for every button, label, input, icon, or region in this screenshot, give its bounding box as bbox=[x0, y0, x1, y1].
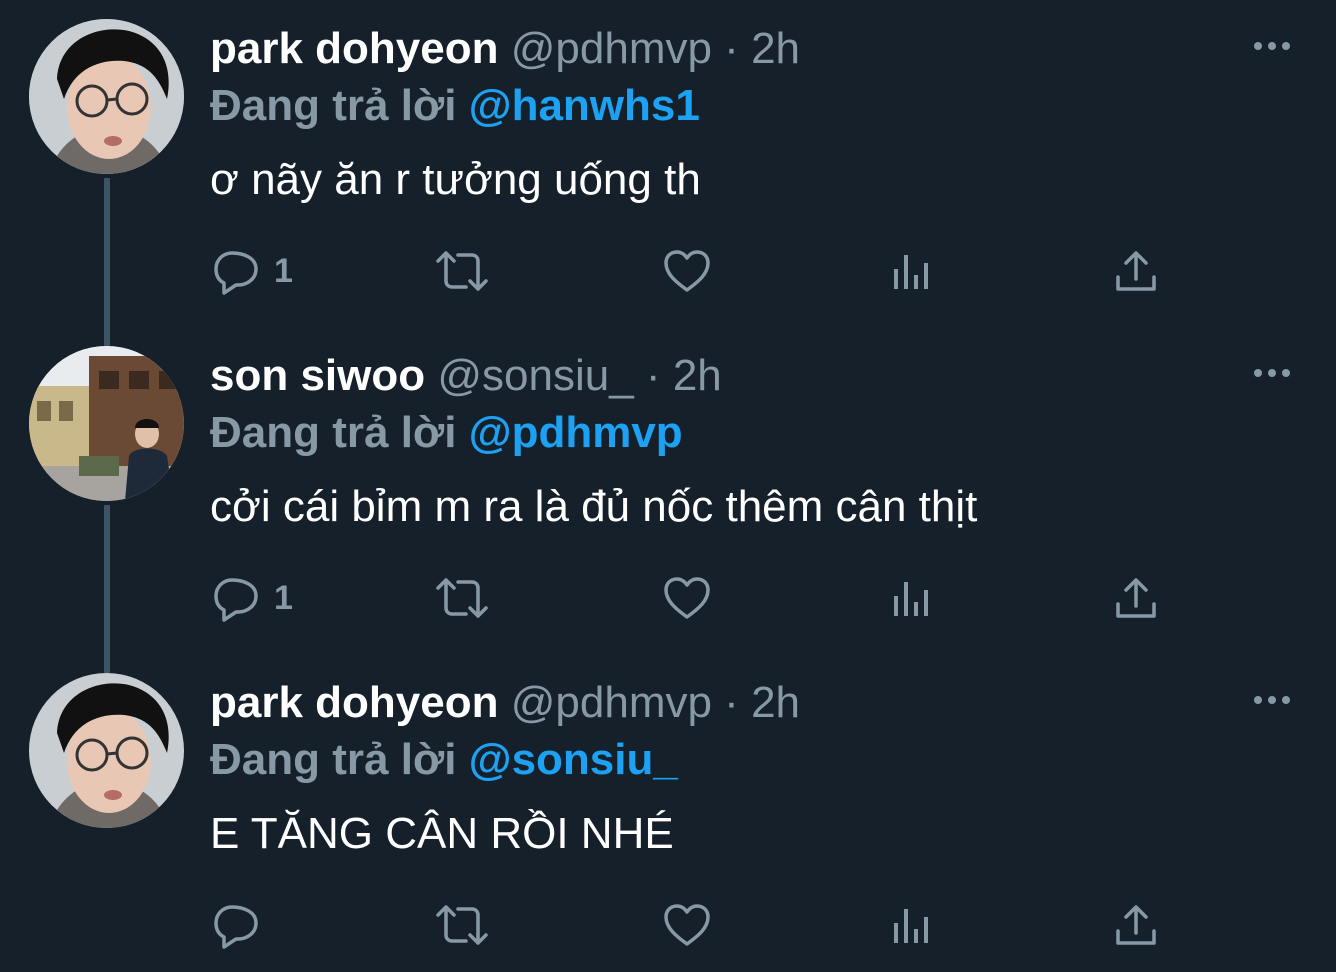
tweet[interactable]: son siwoo @sonsiu_ · 2h Đang trả lời @pd… bbox=[0, 327, 1336, 654]
like-icon bbox=[664, 250, 710, 292]
replying-to-label: Đang trả lời bbox=[210, 735, 457, 784]
replying-to: Đang trả lời @hanwhs1 bbox=[210, 80, 700, 132]
tweet[interactable]: park dohyeon @pdhmvp · 2h Đang trả lời @… bbox=[0, 0, 1336, 327]
reply-count: 1 bbox=[274, 251, 293, 290]
avatar[interactable] bbox=[29, 19, 184, 174]
reply-icon bbox=[214, 251, 258, 295]
more-icon[interactable] bbox=[1252, 688, 1292, 712]
separator-dot: · bbox=[724, 24, 739, 73]
tweet-actions: 1 bbox=[0, 246, 1336, 296]
retweet-icon bbox=[436, 905, 488, 945]
retweet-icon bbox=[436, 578, 488, 618]
reply-button[interactable] bbox=[212, 900, 274, 950]
tweet-text: cởi cái bỉm m ra là đủ nốc thêm cân thịt bbox=[210, 482, 978, 531]
reply-count: 1 bbox=[274, 578, 293, 617]
user-handle[interactable]: @pdhmvp bbox=[511, 24, 712, 73]
analytics-button[interactable] bbox=[890, 573, 934, 623]
like-button[interactable] bbox=[662, 900, 712, 950]
like-icon bbox=[664, 904, 710, 946]
like-button[interactable] bbox=[662, 573, 712, 623]
reply-button[interactable]: 1 bbox=[212, 246, 293, 296]
replying-to-mention[interactable]: @sonsiu_ bbox=[469, 735, 678, 784]
analytics-button[interactable] bbox=[890, 246, 934, 296]
display-name[interactable]: park dohyeon bbox=[210, 678, 499, 727]
display-name[interactable]: park dohyeon bbox=[210, 24, 499, 73]
display-name[interactable]: son siwoo bbox=[210, 351, 425, 400]
reply-icon bbox=[214, 905, 258, 949]
like-icon bbox=[664, 577, 710, 619]
replying-to-label: Đang trả lời bbox=[210, 81, 457, 130]
analytics-icon bbox=[894, 909, 928, 943]
avatar[interactable] bbox=[29, 346, 184, 501]
timestamp[interactable]: 2h bbox=[673, 351, 722, 400]
timestamp[interactable]: 2h bbox=[751, 24, 800, 73]
tweet-header: park dohyeon @pdhmvp · 2h bbox=[210, 678, 800, 728]
replying-to: Đang trả lời @sonsiu_ bbox=[210, 734, 678, 786]
more-icon[interactable] bbox=[1252, 34, 1292, 58]
tweet-header: park dohyeon @pdhmvp · 2h bbox=[210, 24, 800, 74]
like-button[interactable] bbox=[662, 246, 712, 296]
separator-dot: · bbox=[724, 678, 739, 727]
timestamp[interactable]: 2h bbox=[751, 678, 800, 727]
analytics-button[interactable] bbox=[890, 900, 934, 950]
tweet-actions bbox=[0, 900, 1336, 950]
replying-to-mention[interactable]: @hanwhs1 bbox=[469, 81, 700, 130]
tweet-header: son siwoo @sonsiu_ · 2h bbox=[210, 351, 722, 401]
share-button[interactable] bbox=[1114, 900, 1158, 950]
analytics-icon bbox=[894, 582, 928, 616]
retweet-button[interactable] bbox=[434, 900, 490, 950]
avatar[interactable] bbox=[29, 673, 184, 828]
analytics-icon bbox=[894, 255, 928, 289]
retweet-icon bbox=[436, 251, 488, 291]
user-handle[interactable]: @pdhmvp bbox=[511, 678, 712, 727]
reply-button[interactable]: 1 bbox=[212, 573, 293, 623]
more-icon[interactable] bbox=[1252, 361, 1292, 385]
share-icon bbox=[1116, 578, 1156, 618]
share-icon bbox=[1116, 905, 1156, 945]
tweet-actions: 1 bbox=[0, 573, 1336, 623]
replying-to-label: Đang trả lời bbox=[210, 408, 457, 457]
reply-icon bbox=[214, 578, 258, 622]
share-button[interactable] bbox=[1114, 246, 1158, 296]
user-handle[interactable]: @sonsiu_ bbox=[437, 351, 633, 400]
retweet-button[interactable] bbox=[434, 246, 490, 296]
share-button[interactable] bbox=[1114, 573, 1158, 623]
tweet[interactable]: park dohyeon @pdhmvp · 2h Đang trả lời @… bbox=[0, 654, 1336, 972]
replying-to: Đang trả lời @pdhmvp bbox=[210, 407, 683, 459]
separator-dot: · bbox=[645, 351, 661, 400]
share-icon bbox=[1116, 251, 1156, 291]
tweet-text: ơ nãy ăn r tưởng uống th bbox=[210, 155, 701, 204]
replying-to-mention[interactable]: @pdhmvp bbox=[469, 408, 683, 457]
tweet-text: E TĂNG CÂN RỒI NHÉ bbox=[210, 809, 674, 858]
retweet-button[interactable] bbox=[434, 573, 490, 623]
